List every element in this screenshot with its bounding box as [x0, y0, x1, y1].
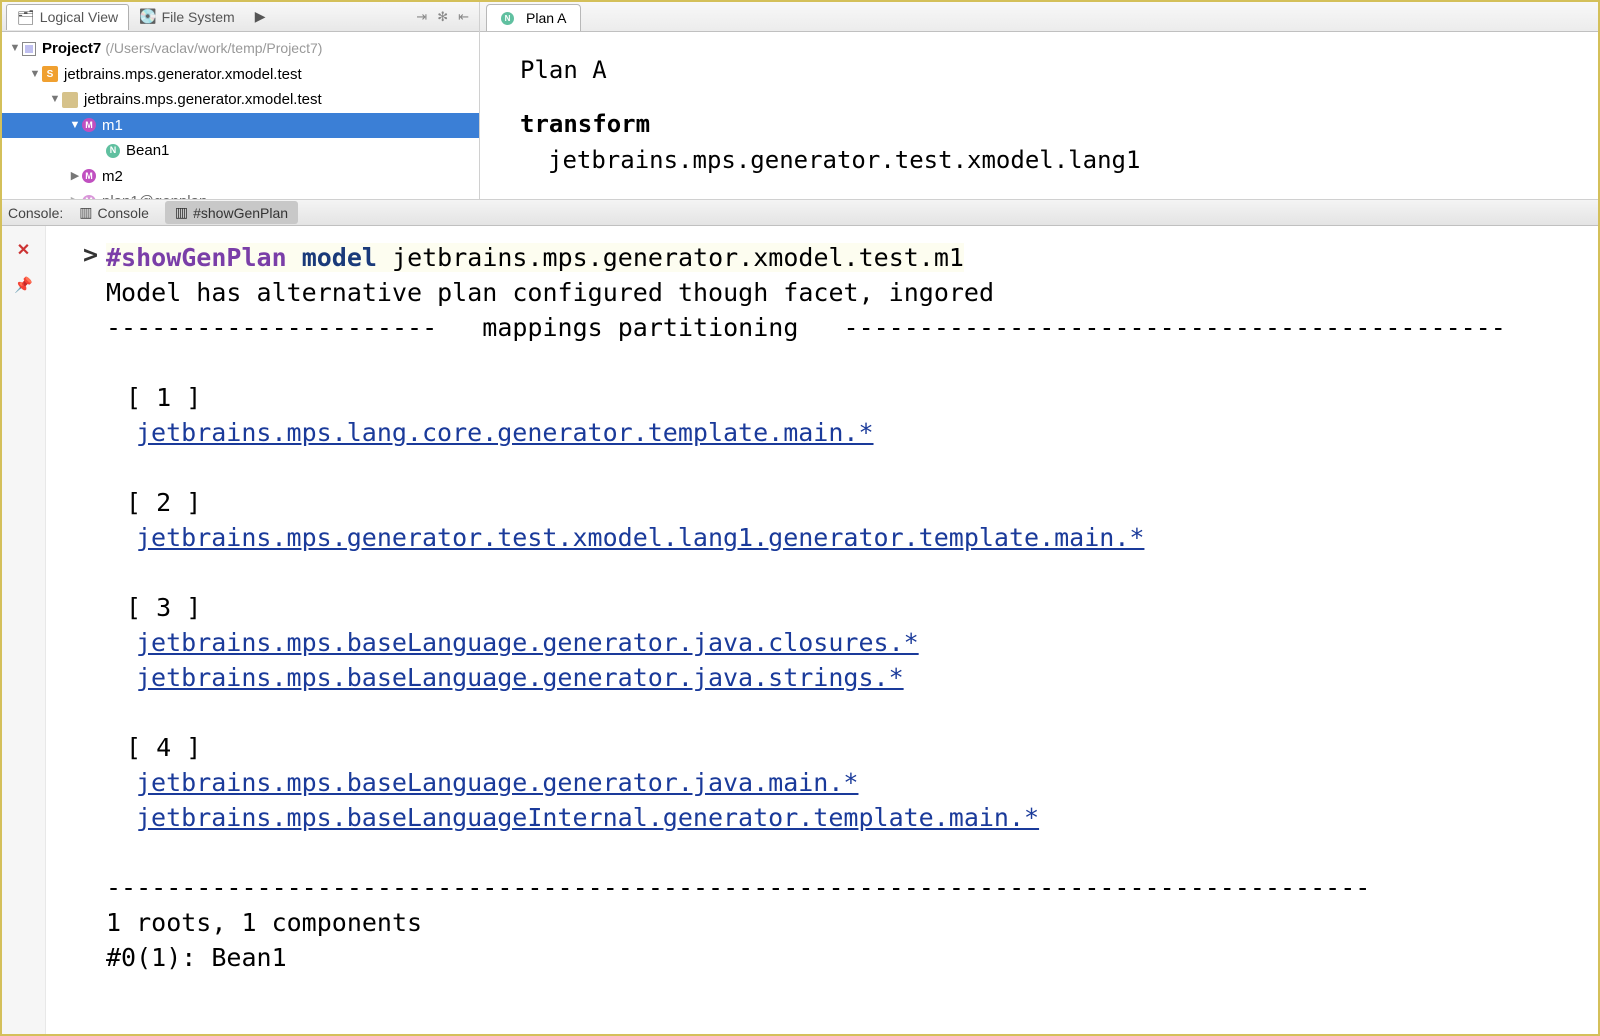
console-panel: Console: ▥ Console ▥ #showGenPlan ✕ 📌 > … — [2, 200, 1598, 1034]
model-icon: M — [82, 118, 96, 132]
editor-panel: N Plan A Plan A transform jetbrains.mps.… — [480, 2, 1598, 199]
console-prompt-margin: > — [46, 226, 106, 1034]
step-header: [ 1 ] — [106, 380, 1588, 415]
console-tab-label: #showGenPlan — [193, 205, 288, 221]
tree-model-plan[interactable]: ▶ M plan1@genplan — [2, 189, 479, 199]
step-header: [ 3 ] — [106, 590, 1588, 625]
generator-link[interactable]: jetbrains.mps.baseLanguage.generator.jav… — [136, 663, 904, 692]
chevron-down-icon[interactable]: ▼ — [68, 116, 82, 135]
editor-content[interactable]: Plan A transform jetbrains.mps.generator… — [480, 32, 1598, 199]
console-header-label: Console: — [8, 205, 63, 221]
project-name: Project7 — [42, 36, 101, 62]
footer-divider: ----------------------------------------… — [106, 870, 1588, 905]
tree-folder[interactable]: ▼ jetbrains.mps.generator.xmodel.test — [2, 87, 479, 113]
chevron-down-icon[interactable]: ▼ — [28, 65, 42, 84]
terminal-icon: ▥ — [175, 204, 188, 221]
transform-lang: jetbrains.mps.generator.test.xmodel.lang… — [520, 142, 1558, 178]
command-keyword: model — [302, 243, 377, 272]
tab-more[interactable]: ▶ — [245, 4, 276, 29]
tree-project[interactable]: ▼ Project7 (/Users/vaclav/work/temp/Proj… — [2, 36, 479, 62]
hide-icon[interactable]: ⇤ — [458, 9, 469, 25]
component-line: #0(1): Bean1 — [106, 940, 1588, 975]
node-label: Bean1 — [126, 138, 169, 164]
editor-tab-plan-a[interactable]: N Plan A — [486, 4, 581, 31]
editor-tabs: N Plan A — [480, 2, 1598, 32]
generator-link[interactable]: jetbrains.mps.generator.test.xmodel.lang… — [136, 523, 1144, 552]
chevron-right-icon[interactable]: ▶ — [68, 192, 82, 199]
generator-link[interactable]: jetbrains.mps.baseLanguageInternal.gener… — [136, 803, 1039, 832]
tab-file-system[interactable]: 💽 File System — [129, 4, 245, 29]
terminal-icon: ▥ — [79, 204, 92, 221]
tree-model-m2[interactable]: ▶ M m2 — [2, 164, 479, 190]
close-icon[interactable]: ✕ — [17, 240, 30, 260]
command-name: #showGenPlan — [106, 243, 287, 272]
prompt-symbol: > — [83, 240, 98, 269]
step-header: [ 4 ] — [106, 730, 1588, 765]
top-section: 🗂 Logical View 💽 File System ▶ ⇥ ✻ ⇤ ▼ P… — [2, 2, 1598, 200]
console-tab-label: Console — [98, 205, 149, 221]
collapse-icon[interactable]: ⇥ — [416, 9, 427, 25]
console-body: ✕ 📌 > #showGenPlan model jetbrains.mps.g… — [2, 226, 1598, 1034]
project-icon — [22, 42, 36, 56]
model-icon: M — [82, 195, 96, 199]
disk-icon: 💽 — [139, 8, 156, 25]
panel-toolbar: ⇥ ✻ ⇤ — [416, 9, 475, 25]
project-path: (/Users/vaclav/work/temp/Project7) — [105, 37, 322, 61]
pin-icon[interactable]: 📌 — [14, 276, 33, 294]
model-label: m1 — [102, 113, 123, 139]
view-tabs: 🗂 Logical View 💽 File System ▶ ⇥ ✻ ⇤ — [2, 2, 479, 32]
node-icon: N — [106, 144, 120, 158]
folder-icon — [62, 92, 78, 108]
section-divider: ---------------------- mappings partitio… — [106, 310, 1588, 345]
chevron-down-icon[interactable]: ▼ — [48, 90, 62, 109]
plan-title: Plan A — [520, 52, 1558, 88]
editor-tab-label: Plan A — [526, 10, 566, 26]
solution-icon: S — [42, 66, 58, 82]
model-icon: M — [82, 169, 96, 183]
tab-logical-view[interactable]: 🗂 Logical View — [6, 4, 129, 30]
generator-link[interactable]: jetbrains.mps.lang.core.generator.templa… — [136, 418, 874, 447]
project-panel: 🗂 Logical View 💽 File System ▶ ⇥ ✻ ⇤ ▼ P… — [2, 2, 480, 199]
tab-label: File System — [162, 9, 235, 25]
project-tree[interactable]: ▼ Project7 (/Users/vaclav/work/temp/Proj… — [2, 32, 479, 199]
chevron-right-icon[interactable]: ▶ — [68, 167, 82, 186]
console-tab-console[interactable]: ▥ Console — [69, 201, 159, 224]
console-tab-showgenplan[interactable]: ▥ #showGenPlan — [165, 201, 298, 224]
roots-summary: 1 roots, 1 components — [106, 905, 1588, 940]
gear-icon[interactable]: ✻ — [437, 9, 448, 25]
tree-solution[interactable]: ▼ S jetbrains.mps.generator.xmodel.test — [2, 62, 479, 88]
console-gutter: ✕ 📌 — [2, 226, 46, 1034]
solution-label: jetbrains.mps.generator.xmodel.test — [64, 62, 302, 88]
console-header: Console: ▥ Console ▥ #showGenPlan — [2, 200, 1598, 226]
console-output[interactable]: #showGenPlan model jetbrains.mps.generat… — [106, 226, 1598, 1034]
step-header: [ 2 ] — [106, 485, 1588, 520]
tree-model-m1[interactable]: ▼ M m1 — [2, 113, 479, 139]
tree-node-bean1[interactable]: N Bean1 — [2, 138, 479, 164]
tree-icon: 🗂 — [17, 9, 35, 26]
command-arg: jetbrains.mps.generator.xmodel.test.m1 — [392, 243, 964, 272]
chevron-down-icon[interactable]: ▼ — [8, 39, 22, 58]
folder-label: jetbrains.mps.generator.xmodel.test — [84, 87, 322, 113]
tab-label: Logical View — [40, 9, 118, 25]
console-warning: Model has alternative plan configured th… — [106, 275, 1588, 310]
generator-link[interactable]: jetbrains.mps.baseLanguage.generator.jav… — [136, 768, 858, 797]
generator-link[interactable]: jetbrains.mps.baseLanguage.generator.jav… — [136, 628, 919, 657]
model-label: plan1@genplan — [102, 189, 207, 199]
transform-keyword: transform — [520, 106, 1558, 142]
node-icon: N — [501, 12, 514, 25]
model-label: m2 — [102, 164, 123, 190]
